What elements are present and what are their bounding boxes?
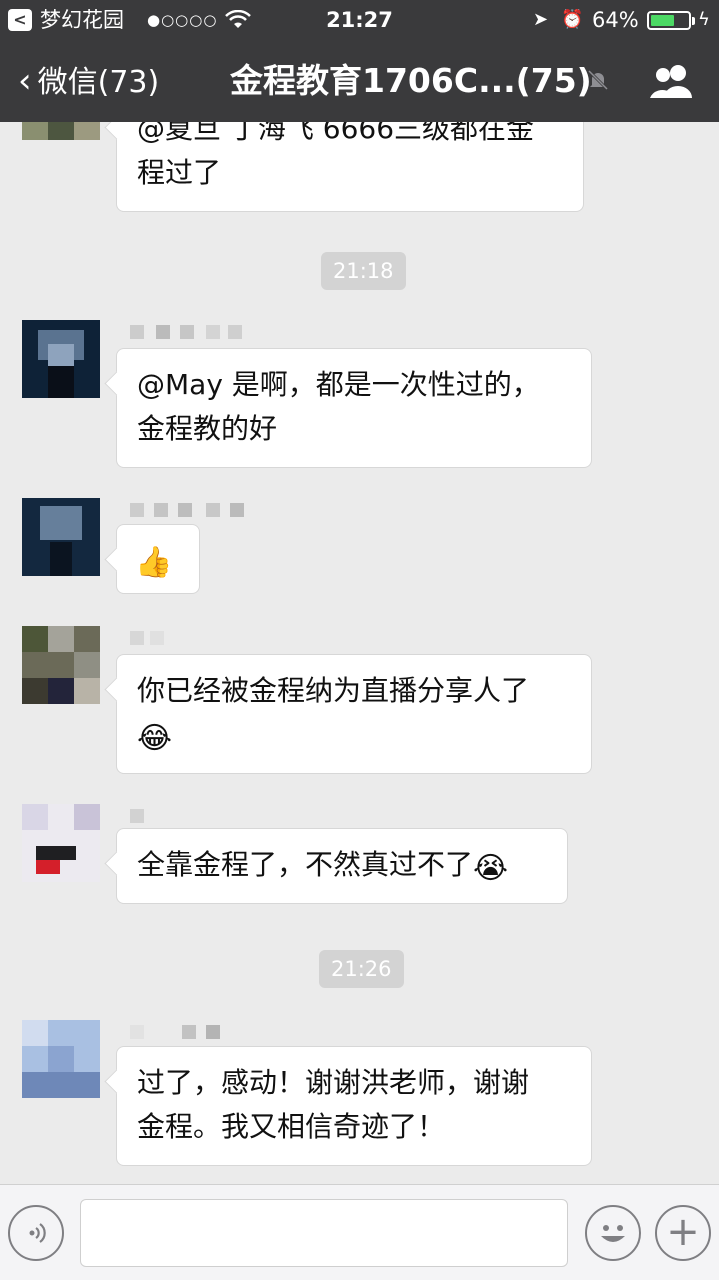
sender-name-obscured [116, 498, 256, 522]
message-line: 金程。我又相信奇迹了！ [137, 1110, 446, 1143]
battery-level-fill [651, 15, 675, 26]
back-label: 微信(73) [37, 65, 160, 100]
message-bubble[interactable]: 你已经被金程纳为直播分享人了 😂 [116, 654, 592, 774]
timestamp: 21:18 [321, 252, 406, 290]
message-bubble[interactable]: 全靠金程了，不然真过不了😭 [116, 828, 568, 904]
chevron-left-icon: ‹ [18, 61, 32, 101]
charging-bolt-icon: ϟ [698, 9, 710, 30]
message-line: @May 是啊，都是一次性过的， [137, 368, 540, 401]
sender-name-obscured [116, 626, 176, 650]
message-line: 金程教的好 [137, 412, 278, 445]
group-members-icon[interactable] [648, 62, 696, 100]
location-arrow-icon: ➤ [533, 9, 549, 30]
message-line: 程过了 [137, 156, 222, 189]
sender-name-obscured [116, 320, 256, 344]
laughing-crying-emoji: 😂 [137, 721, 173, 756]
avatar[interactable] [22, 804, 100, 882]
battery-icon [647, 11, 695, 30]
message-bubble[interactable]: @May 是啊，都是一次性过的， 金程教的好 [116, 348, 592, 468]
thumbs-up-emoji: 👍 [135, 545, 173, 580]
plus-icon[interactable]: + [655, 1205, 711, 1261]
battery-percent: 64% [592, 8, 639, 32]
message-line: @夏旦 丁海飞 6666三级都在金 [137, 122, 535, 145]
sender-name-obscured [116, 1020, 236, 1044]
input-bar: + [0, 1184, 719, 1280]
avatar[interactable] [22, 1020, 100, 1098]
chat-title: 金程教育1706C...(75) [230, 61, 592, 100]
message-bubble[interactable]: 👍 [116, 524, 200, 594]
status-bar: < 梦幻花园 ●○○○○ 21:27 ➤ ⏰ 64% ϟ [0, 0, 719, 40]
emoji-face-icon[interactable] [585, 1205, 641, 1261]
mute-bell-icon [586, 68, 610, 92]
voice-icon[interactable] [8, 1205, 64, 1261]
avatar[interactable] [22, 122, 100, 140]
message-input[interactable] [80, 1199, 568, 1267]
message-line: 你已经被金程纳为直播分享人了 [137, 674, 530, 707]
loudly-crying-emoji: 😭 [473, 851, 509, 886]
message-line: 过了，感动！谢谢洪老师，谢谢 [137, 1066, 530, 1099]
message-bubble[interactable]: @夏旦 丁海飞 6666三级都在金 程过了 [116, 122, 584, 212]
avatar[interactable] [22, 626, 100, 704]
message-text: 全靠金程了，不然真过不了 [137, 848, 474, 881]
avatar[interactable] [22, 498, 100, 576]
back-button[interactable]: ‹ 微信(73) [18, 40, 159, 122]
message-bubble[interactable]: 过了，感动！谢谢洪老师，谢谢 金程。我又相信奇迹了！ [116, 1046, 592, 1166]
avatar[interactable] [22, 320, 100, 398]
sender-name-obscured [116, 804, 156, 828]
timestamp: 21:26 [319, 950, 404, 988]
alarm-clock-icon: ⏰ [561, 9, 584, 30]
message-list[interactable]: @夏旦 丁海飞 6666三级都在金 程过了 21:18 @May 是啊，都是一次… [0, 122, 719, 1184]
nav-bar: ‹ 微信(73) 金程教育1706C...(75) [0, 40, 719, 122]
